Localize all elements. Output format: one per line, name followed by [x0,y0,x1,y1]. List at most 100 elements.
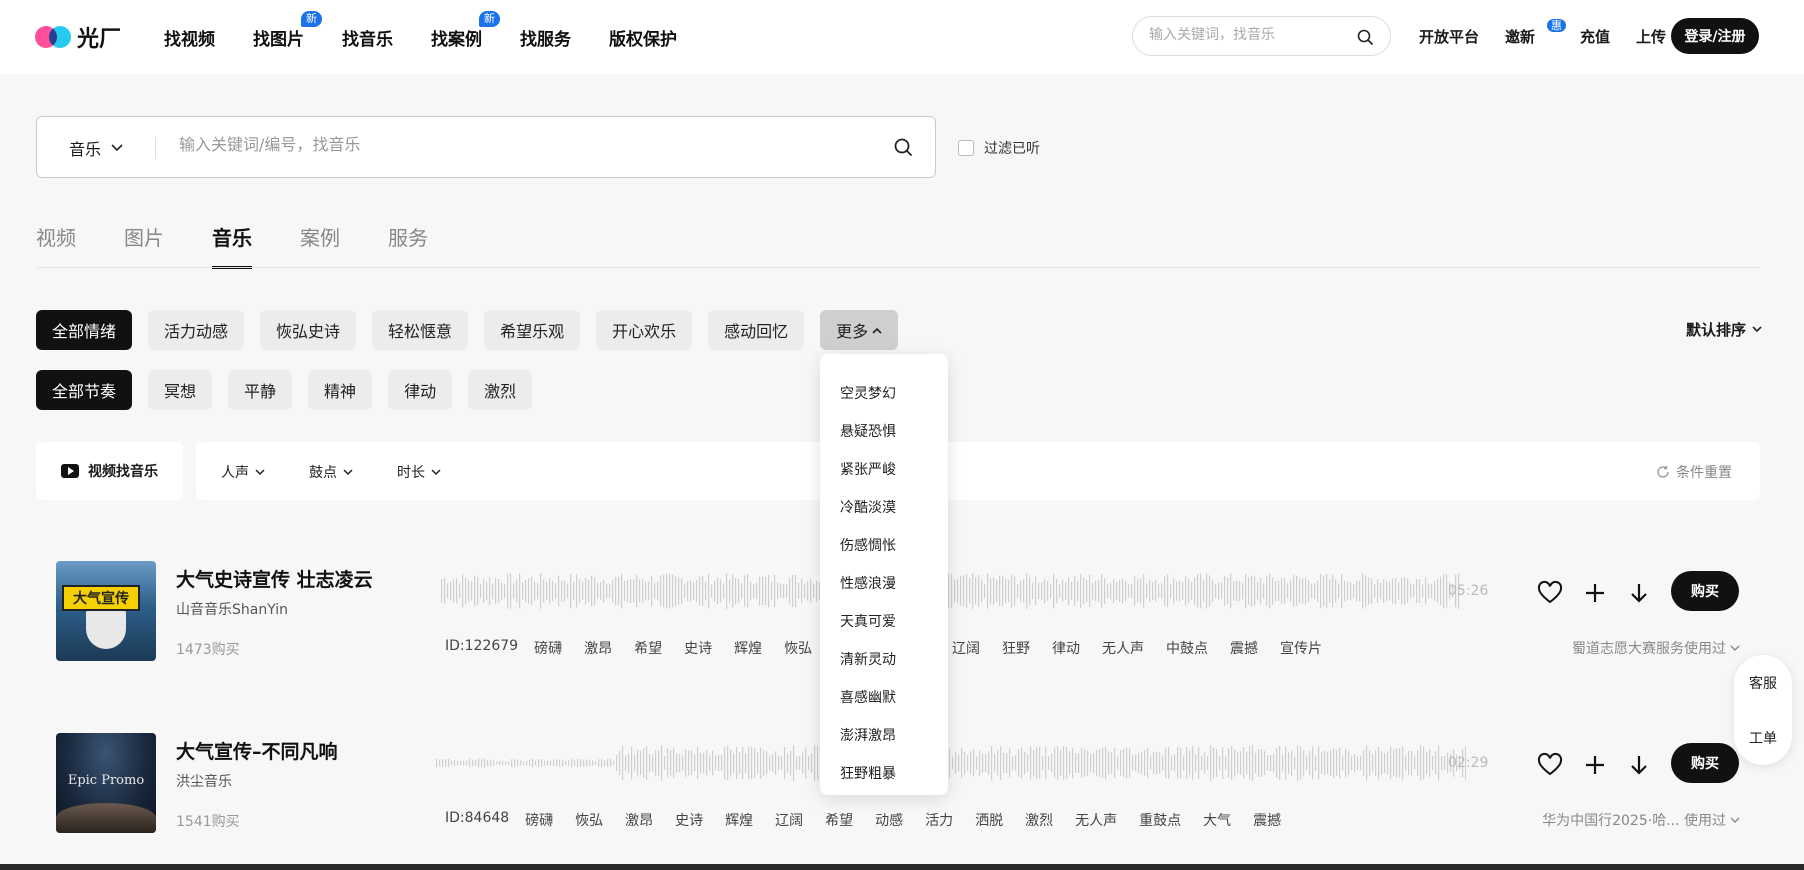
drum-filter[interactable]: 鼓点 [309,462,353,482]
tag[interactable]: 史诗 [675,810,703,830]
mood-chip[interactable]: 轻松惬意 [372,310,469,350]
rhythm-chip[interactable]: 平静 [228,370,293,410]
nav-find-service[interactable]: 找服务 [520,25,571,50]
tag[interactable]: 希望 [634,638,662,658]
track-title[interactable]: 大气史诗宣传 壮志凌云 [176,565,373,592]
open-platform-link[interactable]: 开放平台 [1419,26,1479,47]
search-icon[interactable] [893,137,913,161]
dropdown-item[interactable]: 冷酷淡漠 [820,488,948,526]
track-cover[interactable]: Epic Promo [56,733,156,833]
tag[interactable]: 震撼 [1253,810,1281,830]
dropdown-item[interactable]: 悬疑恐惧 [820,412,948,450]
tag[interactable]: 震撼 [1230,638,1258,658]
header-search-input[interactable] [1149,27,1349,43]
rhythm-chip[interactable]: 精神 [308,370,373,410]
rhythm-chip[interactable]: 激烈 [468,370,533,410]
dropdown-item[interactable]: 狂野粗暴 [820,754,948,792]
nav-find-video[interactable]: 找视频 [164,25,215,50]
more-moods-button[interactable]: 更多 [820,310,899,350]
download-icon[interactable] [1625,579,1653,607]
mood-chip[interactable]: 感动回忆 [708,310,805,350]
download-icon[interactable] [1625,751,1653,779]
mood-chip[interactable]: 开心欢乐 [596,310,693,350]
tag[interactable]: 宣传片 [1280,638,1322,658]
tab-image[interactable]: 图片 [124,222,164,267]
tag[interactable]: 辉煌 [734,638,762,658]
tag[interactable]: 中鼓点 [1166,638,1208,658]
track-artist[interactable]: 山音音乐ShanYin [176,599,288,619]
mood-chip[interactable]: 希望乐观 [484,310,581,350]
tag[interactable]: 激昂 [584,638,612,658]
waveform[interactable] [436,743,1466,783]
logo[interactable]: 光厂 [35,21,121,53]
tag[interactable]: 洒脱 [975,810,1003,830]
dropdown-item[interactable]: 清新灵动 [820,640,948,678]
invite-link[interactable]: 邀新惠 [1505,19,1567,47]
dropdown-item[interactable]: 澎湃激昂 [820,716,948,754]
dropdown-item[interactable]: 性感浪漫 [820,564,948,602]
tab-video[interactable]: 视频 [36,222,76,267]
dropdown-item[interactable]: 伤感惆怅 [820,526,948,564]
tag[interactable]: 辽阔 [775,810,803,830]
reset-filters-button[interactable]: 条件重置 [1656,462,1732,482]
tag[interactable]: 无人声 [1102,638,1144,658]
tag[interactable]: 无人声 [1075,810,1117,830]
search-icon[interactable] [1356,28,1374,50]
rhythm-chip[interactable]: 律动 [388,370,453,410]
tag[interactable]: 狂野 [1002,638,1030,658]
plus-icon[interactable] [1581,579,1609,607]
tag[interactable]: 史诗 [684,638,712,658]
main-search-input[interactable] [179,135,879,154]
tag[interactable]: 律动 [1052,638,1080,658]
login-button[interactable]: 登录/注册 [1671,18,1759,54]
tab-music[interactable]: 音乐 [212,222,252,269]
rhythm-chip-all[interactable]: 全部节奏 [36,370,133,410]
upload-link[interactable]: 上传 [1636,26,1666,47]
rhythm-chip[interactable]: 冥想 [148,370,213,410]
nav-find-case[interactable]: 找案例 新 [431,10,500,50]
ticket-button[interactable]: 工单 [1734,710,1792,765]
customer-service-button[interactable]: 客服 [1734,655,1792,710]
tag[interactable]: 磅礴 [534,638,562,658]
duration-filter[interactable]: 时长 [397,462,441,482]
tag[interactable]: 激烈 [1025,810,1053,830]
track-title[interactable]: 大气宣传–不同凡响 [176,737,338,764]
buy-button[interactable]: 购买 [1671,743,1739,783]
tag[interactable]: 恢弘 [784,638,812,658]
dropdown-item[interactable]: 空灵梦幻 [820,374,948,412]
used-by[interactable]: 华为中国行2025·哈... 使用过 [1542,810,1740,830]
dropdown-item[interactable]: 天真可爱 [820,602,948,640]
track-cover[interactable]: 大气宣传 [56,561,156,661]
heart-icon[interactable] [1536,751,1564,779]
tab-case[interactable]: 案例 [300,222,340,267]
tag[interactable]: 恢弘 [575,810,603,830]
mood-chip[interactable]: 恢弘史诗 [260,310,357,350]
nav-find-image[interactable]: 找图片 新 [253,10,322,50]
plus-icon[interactable] [1581,751,1609,779]
track-artist[interactable]: 洪尘音乐 [176,771,232,791]
used-by[interactable]: 蜀道志愿大赛服务使用过 [1572,638,1740,658]
nav-copyright[interactable]: 版权保护 [609,25,677,50]
tag[interactable]: 动感 [875,810,903,830]
dropdown-item[interactable]: 喜感幽默 [820,678,948,716]
buy-button[interactable]: 购买 [1671,571,1739,611]
tag[interactable]: 激昂 [625,810,653,830]
tag[interactable]: 活力 [925,810,953,830]
sort-select[interactable]: 默认排序 [1686,319,1762,340]
tag[interactable]: 磅礴 [525,810,553,830]
mood-chip-all[interactable]: 全部情绪 [36,310,133,350]
tag[interactable]: 希望 [825,810,853,830]
nav-find-music[interactable]: 找音乐 [342,25,393,50]
recharge-link[interactable]: 充值 [1580,26,1610,47]
tag[interactable]: 大气 [1203,810,1231,830]
tag[interactable]: 辽阔 [952,638,980,658]
tag[interactable]: 重鼓点 [1139,810,1181,830]
mood-chip[interactable]: 活力动感 [148,310,245,350]
dropdown-item[interactable]: 紧张严峻 [820,450,948,488]
video-find-music-button[interactable]: 视频找音乐 [36,442,183,500]
tab-service[interactable]: 服务 [388,222,428,267]
tag[interactable]: 辉煌 [725,810,753,830]
heart-icon[interactable] [1536,579,1564,607]
search-type-select[interactable]: 音乐 [69,136,123,160]
vocal-filter[interactable]: 人声 [221,462,265,482]
